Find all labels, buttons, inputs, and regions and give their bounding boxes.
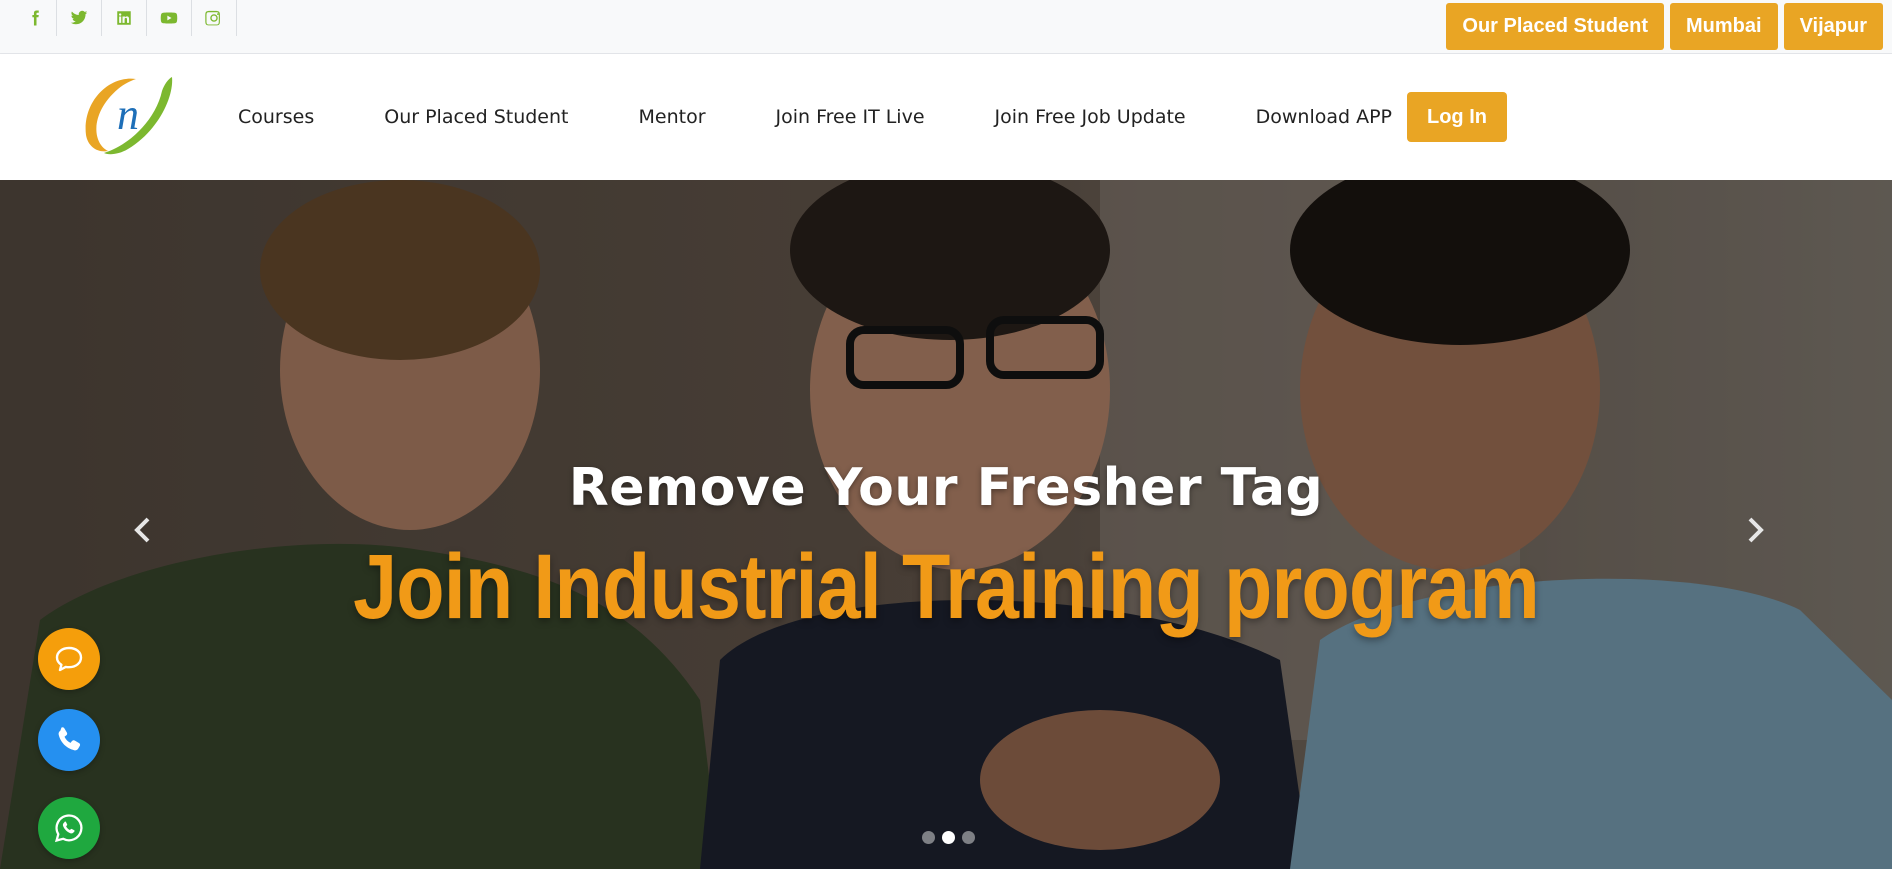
hero-carousel: Remove Your Fresher Tag Join Industrial …: [0, 180, 1892, 869]
nav-item-join-free-it-live[interactable]: Join Free IT Live: [776, 106, 925, 128]
site-logo[interactable]: n: [78, 73, 178, 157]
twitter-icon[interactable]: [57, 0, 102, 36]
mumbai-button[interactable]: Mumbai: [1670, 3, 1778, 50]
nav-menu: Courses Our Placed Student Mentor Join F…: [238, 54, 1462, 180]
login-button[interactable]: Log In: [1407, 92, 1507, 142]
whatsapp-icon: [54, 814, 83, 843]
carousel-dot-2[interactable]: [942, 831, 955, 844]
nav-item-join-free-job-update[interactable]: Join Free Job Update: [995, 106, 1186, 128]
youtube-icon[interactable]: [147, 0, 192, 36]
linkedin-icon[interactable]: [102, 0, 147, 36]
top-bar: Our Placed Student Mumbai Vijapur: [0, 0, 1892, 54]
nav-item-mentor[interactable]: Mentor: [639, 106, 706, 128]
carousel-next-arrow[interactable]: [1736, 510, 1776, 550]
nav-item-our-placed-student[interactable]: Our Placed Student: [384, 106, 568, 128]
phone-button[interactable]: [38, 709, 100, 771]
vijapur-button[interactable]: Vijapur: [1783, 3, 1883, 50]
facebook-icon[interactable]: [14, 0, 57, 36]
carousel-dot-3[interactable]: [962, 831, 975, 844]
nav-item-courses[interactable]: Courses: [238, 106, 314, 128]
nav-item-download-app[interactable]: Download APP: [1256, 106, 1392, 128]
our-placed-student-button[interactable]: Our Placed Student: [1446, 3, 1664, 50]
phone-icon: [58, 727, 81, 751]
chat-icon: [55, 646, 83, 672]
whatsapp-button[interactable]: [38, 797, 100, 859]
hero-subtitle: Remove Your Fresher Tag: [568, 458, 1324, 518]
svg-text:n: n: [117, 90, 139, 139]
top-button-group: Our Placed Student Mumbai Vijapur: [1446, 3, 1883, 50]
carousel-dot-1[interactable]: [922, 831, 935, 844]
carousel-indicators: [922, 831, 975, 844]
instagram-icon[interactable]: [192, 0, 237, 36]
chevron-right-icon: [1748, 517, 1764, 543]
hero-overlay: [0, 180, 1892, 869]
hero-title: Join Industrial Training program: [353, 536, 1540, 638]
carousel-prev-arrow[interactable]: [122, 510, 162, 550]
chat-button[interactable]: [38, 628, 100, 690]
main-navbar: n Courses Our Placed Student Mentor Join…: [0, 54, 1892, 180]
chevron-left-icon: [134, 517, 150, 543]
social-links: [14, 0, 237, 36]
